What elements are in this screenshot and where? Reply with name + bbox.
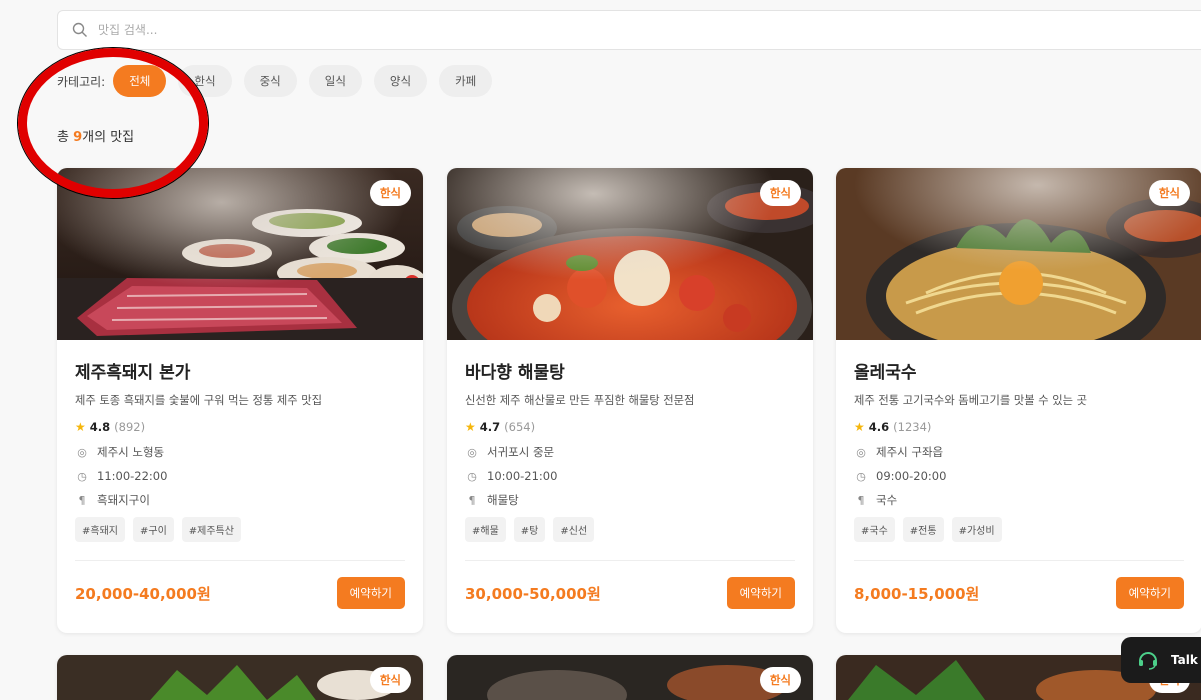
hashtag: #제주특산 [181, 517, 241, 542]
hashtag-list: #흑돼지 #구이 #제주특산 [75, 517, 405, 561]
hashtag: #신선 [553, 517, 595, 542]
category-chip-korean[interactable]: 한식 [178, 65, 232, 97]
price-range: 8,000-15,000원 [854, 584, 980, 603]
price-range: 30,000-50,000원 [465, 584, 601, 603]
category-chip-cafe[interactable]: 카페 [439, 65, 493, 97]
talk-label: Talk [1171, 653, 1198, 667]
location-pin-icon: ◎ [856, 445, 866, 459]
restaurant-photo: 한식 [57, 168, 423, 340]
category-badge: 한식 [369, 667, 411, 693]
hours-text: 10:00-21:00 [487, 469, 558, 483]
restaurant-photo: 한식 [57, 655, 423, 700]
hashtag-list: #해물 #탕 #신선 [465, 517, 795, 561]
restaurant-card[interactable]: 한식 올레국수 제주 전통 고기국수와 돔베고기를 맛볼 수 있는 곳 ★ 4.… [836, 168, 1201, 633]
clock-icon: ◷ [467, 469, 477, 483]
hashtag: #해물 [465, 517, 506, 542]
category-chip-japanese[interactable]: 일식 [308, 65, 362, 97]
utensils-icon: ¶ [468, 493, 476, 507]
restaurant-photo: 한식 [447, 655, 813, 700]
location-row: ◎ 제주시 구좌읍 [854, 444, 1184, 460]
star-icon: ★ [854, 420, 865, 434]
reserve-button[interactable]: 예약하기 [336, 577, 405, 609]
review-count: (892) [114, 420, 146, 434]
review-count: (654) [504, 420, 536, 434]
rating-score: 4.8 [89, 420, 111, 434]
clock-icon: ◷ [77, 469, 87, 483]
menu-row: ¶ 국수 [854, 492, 1184, 508]
reserve-button[interactable]: 예약하기 [1115, 577, 1184, 609]
star-icon: ★ [465, 420, 476, 434]
hours-text: 09:00-20:00 [876, 469, 947, 483]
restaurant-photo: 한식 [836, 168, 1201, 340]
category-badge: 한식 [1148, 180, 1190, 206]
category-label: 카테고리: [57, 74, 106, 89]
search-input[interactable] [98, 23, 498, 37]
restaurant-card[interactable]: 한식 바다향 해물탕 신선한 제주 해산물로 만든 푸짐한 해물탕 전문점 ★ … [447, 168, 813, 633]
hours-row: ◷ 11:00-22:00 [75, 469, 405, 483]
restaurant-card[interactable]: 한식 제주흑돼지 본가 제주 토종 흑돼지를 숯불에 구워 먹는 정통 제주 맛… [57, 168, 423, 633]
utensils-icon: ¶ [857, 493, 865, 507]
hashtag: #국수 [854, 517, 895, 542]
hours-row: ◷ 09:00-20:00 [854, 469, 1184, 483]
menu-row: ¶ 흑돼지구이 [75, 492, 405, 508]
hashtag: #전통 [902, 517, 944, 542]
rating-score: 4.6 [868, 420, 890, 434]
category-chip-all[interactable]: 전체 [113, 65, 167, 97]
category-filter: 카테고리: 전체 한식 중식 일식 양식 카페 [57, 65, 504, 97]
category-badge: 한식 [759, 667, 801, 693]
restaurant-description: 제주 토종 흑돼지를 숯불에 구워 먹는 정통 제주 맛집 [75, 394, 322, 407]
restaurant-card[interactable]: 한식 [447, 655, 813, 700]
utensils-icon: ¶ [78, 493, 86, 507]
restaurant-description: 신선한 제주 해산물로 만든 푸짐한 해물탕 전문점 [465, 394, 695, 407]
rating-score: 4.7 [479, 420, 501, 434]
restaurant-card[interactable]: 한식 [57, 655, 423, 700]
rating: ★ 4.8 (892) [75, 420, 405, 434]
category-badge: 한식 [759, 180, 801, 206]
restaurant-name: 제주흑돼지 본가 [75, 363, 191, 383]
hashtag-list: #국수 #전통 #가성비 [854, 517, 1184, 561]
restaurant-photo: 한식 [447, 168, 813, 340]
menu-text: 국수 [876, 493, 898, 507]
menu-text: 해물탕 [487, 493, 519, 507]
restaurant-name: 올레국수 [854, 363, 917, 383]
hashtag: #가성비 [951, 517, 1002, 542]
location-text: 제주시 구좌읍 [876, 445, 944, 459]
location-text: 서귀포시 중문 [487, 445, 555, 459]
category-chip-chinese[interactable]: 중식 [243, 65, 297, 97]
reserve-button[interactable]: 예약하기 [726, 577, 795, 609]
hashtag: #탕 [513, 517, 546, 542]
category-chip-western[interactable]: 양식 [373, 65, 428, 97]
location-text: 제주시 노형동 [97, 445, 165, 459]
review-count: (1234) [893, 420, 932, 434]
result-count: 총 9개의 맛집 [57, 130, 135, 145]
hours-text: 11:00-22:00 [97, 469, 168, 483]
search-icon [72, 22, 87, 37]
rating: ★ 4.6 (1234) [854, 420, 1184, 434]
hashtag: #흑돼지 [75, 517, 125, 542]
clock-icon: ◷ [856, 469, 866, 483]
search-bar[interactable] [57, 10, 1201, 50]
result-count-number: 9 [73, 130, 83, 145]
category-badge: 한식 [369, 180, 411, 206]
rating: ★ 4.7 (654) [465, 420, 795, 434]
restaurant-description: 제주 전통 고기국수와 돔베고기를 맛볼 수 있는 곳 [854, 394, 1088, 407]
menu-row: ¶ 해물탕 [465, 492, 795, 508]
price-range: 20,000-40,000원 [75, 584, 211, 603]
hashtag: #구이 [132, 517, 174, 542]
location-row: ◎ 제주시 노형동 [75, 444, 405, 460]
hours-row: ◷ 10:00-21:00 [465, 469, 795, 483]
star-icon: ★ [75, 420, 86, 434]
restaurant-name: 바다향 해물탕 [465, 363, 565, 383]
location-pin-icon: ◎ [77, 445, 87, 459]
location-row: ◎ 서귀포시 중문 [465, 444, 795, 460]
headset-icon [1139, 652, 1157, 670]
menu-text: 흑돼지구이 [97, 493, 150, 507]
talk-chat-button[interactable]: Talk [1121, 637, 1201, 683]
location-pin-icon: ◎ [467, 445, 477, 459]
